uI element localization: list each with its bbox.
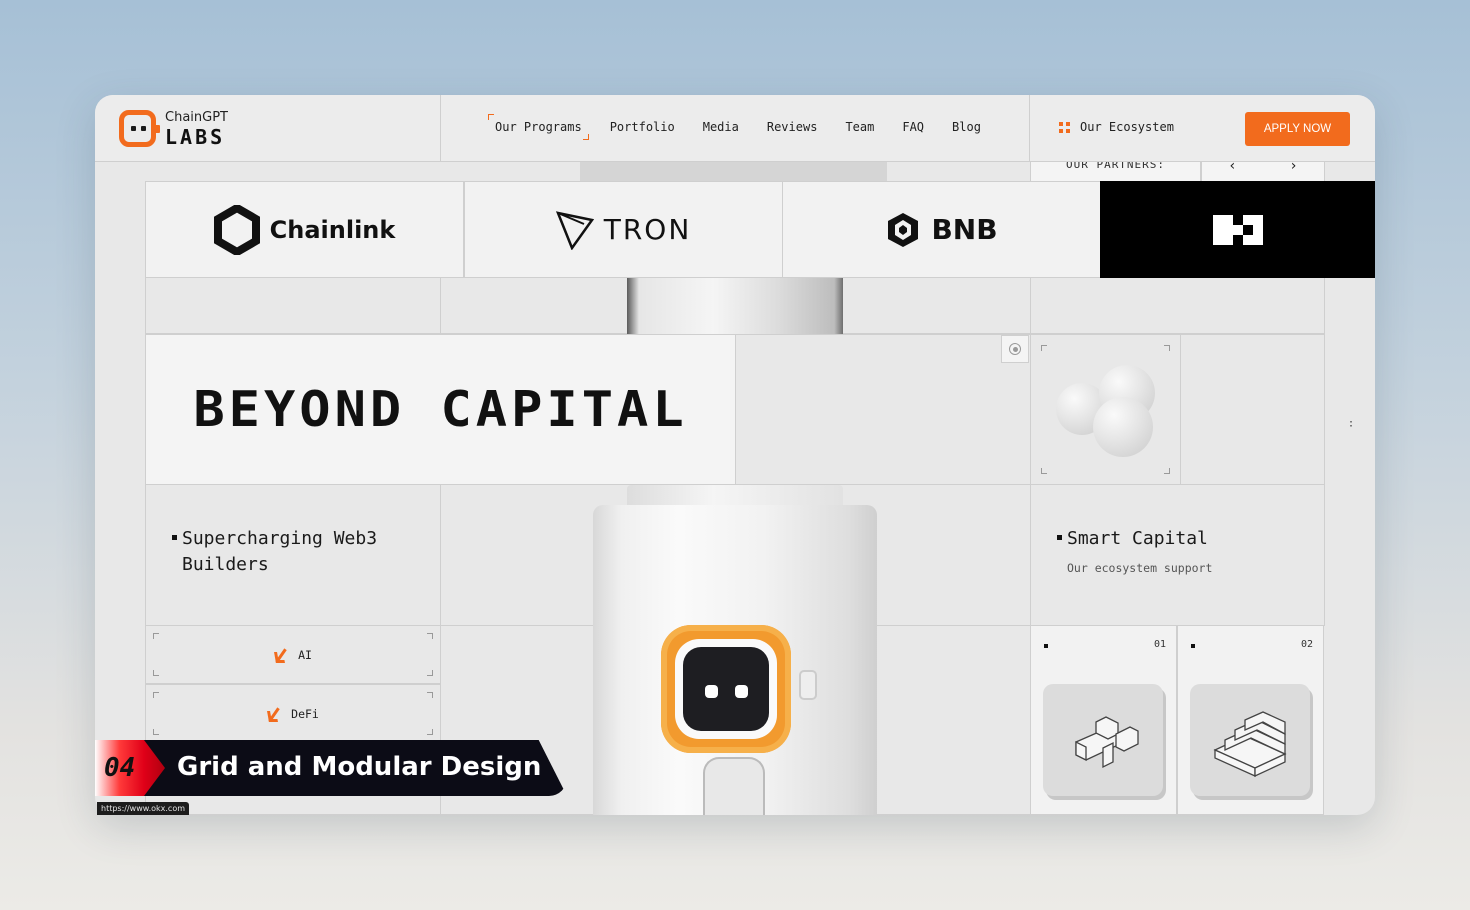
category-defi[interactable]: DeFi: [145, 684, 441, 743]
robot-body-icon: [703, 757, 765, 815]
right-tagline: Smart Capital: [1057, 526, 1208, 552]
stairs-block-icon: [1190, 684, 1310, 796]
pillar-cap-image: [627, 485, 843, 507]
main-nav: Our Programs Portfolio Media Reviews Tea…: [488, 114, 981, 140]
ecosystem-link[interactable]: Our Ecosystem: [1059, 120, 1174, 134]
partner-name: TRON: [603, 213, 692, 246]
grid-line: [145, 278, 441, 334]
hero-title: BEYOND CAPITAL: [193, 381, 688, 438]
cross-block-icon: [1043, 684, 1163, 796]
nav-reviews[interactable]: Reviews: [767, 120, 818, 134]
partner-okx[interactable]: [1100, 181, 1375, 278]
partner-name: Chainlink: [269, 215, 396, 244]
card-number: 01: [1153, 639, 1166, 650]
section-title: Grid and Modular Design: [177, 752, 542, 782]
tron-logo-icon: [555, 210, 594, 250]
tagline-line-1: Supercharging Web3: [182, 528, 378, 549]
target-icon[interactable]: [1001, 335, 1029, 363]
robot-mascot-icon: [661, 625, 791, 753]
section-number: 04: [104, 753, 136, 783]
beyond-capital-banner: BEYOND CAPITAL: [145, 334, 736, 485]
category-label: AI: [298, 647, 312, 662]
nav-blog[interactable]: Blog: [952, 120, 981, 134]
grid-line: [735, 334, 1031, 485]
header-shadow-bar: [580, 162, 887, 182]
logo-text-bottom: LABS: [165, 125, 226, 149]
category-ai[interactable]: AI: [145, 625, 441, 684]
feature-card-01[interactable]: 01: [1030, 625, 1177, 815]
partner-name: BNB: [931, 213, 998, 246]
card-number: 02: [1300, 639, 1313, 650]
category-label: DeFi: [291, 706, 319, 721]
browser-viewport: ChainGPT LABS Our Programs Portfolio Med…: [95, 95, 1375, 815]
nav-our-programs[interactable]: Our Programs: [488, 114, 589, 140]
ecosystem-label: Our Ecosystem: [1080, 120, 1174, 134]
spheres-visual: [1030, 334, 1181, 485]
chainlink-logo-icon: [213, 204, 260, 255]
site-header: ChainGPT LABS Our Programs Portfolio Med…: [95, 95, 1375, 162]
grid-line: [1180, 334, 1325, 485]
bnb-logo-icon: [888, 212, 919, 247]
chaingpt-logo-icon: [119, 110, 160, 147]
partner-chainlink[interactable]: Chainlink: [145, 181, 464, 278]
nav-media[interactable]: Media: [703, 120, 739, 134]
partners-label: OUR PARTNERS:: [1030, 162, 1201, 182]
check-icon: [267, 707, 283, 721]
left-tagline: Supercharging Web3 Builders: [171, 526, 378, 578]
partner-tron[interactable]: TRON: [464, 181, 783, 278]
feature-card-02[interactable]: 02: [1177, 625, 1324, 815]
nav-portfolio[interactable]: Portfolio: [610, 120, 675, 134]
scroll-indicator-icon[interactable]: · ·: [1348, 418, 1354, 432]
logo-text-top: ChainGPT: [165, 110, 228, 125]
nav-faq[interactable]: FAQ: [902, 120, 924, 134]
pillar-top-image: [627, 278, 843, 334]
partners-arrows: ‹ ›: [1201, 162, 1325, 182]
logo-link[interactable]: ChainGPT LABS: [95, 95, 441, 162]
nav-team[interactable]: Team: [845, 120, 874, 134]
header-divider: [1029, 95, 1030, 162]
okx-logo-icon: [1213, 214, 1263, 245]
right-subtext: Our ecosystem support: [1067, 561, 1213, 575]
status-url: https://www.okx.com: [97, 802, 190, 815]
grid-dots-icon: [1059, 121, 1070, 133]
apply-now-button[interactable]: APPLY NOW: [1245, 112, 1350, 146]
prev-arrow-icon[interactable]: ‹: [1228, 162, 1236, 173]
sphere-icon: [1093, 397, 1153, 457]
grid-line: [1030, 278, 1325, 334]
next-arrow-icon[interactable]: ›: [1289, 162, 1297, 173]
tagline-line-2: Builders: [182, 554, 269, 575]
check-icon: [274, 648, 290, 662]
partner-bnb[interactable]: BNB: [782, 181, 1101, 278]
grid-line: [1030, 484, 1325, 626]
robot-ear-icon: [799, 670, 817, 700]
